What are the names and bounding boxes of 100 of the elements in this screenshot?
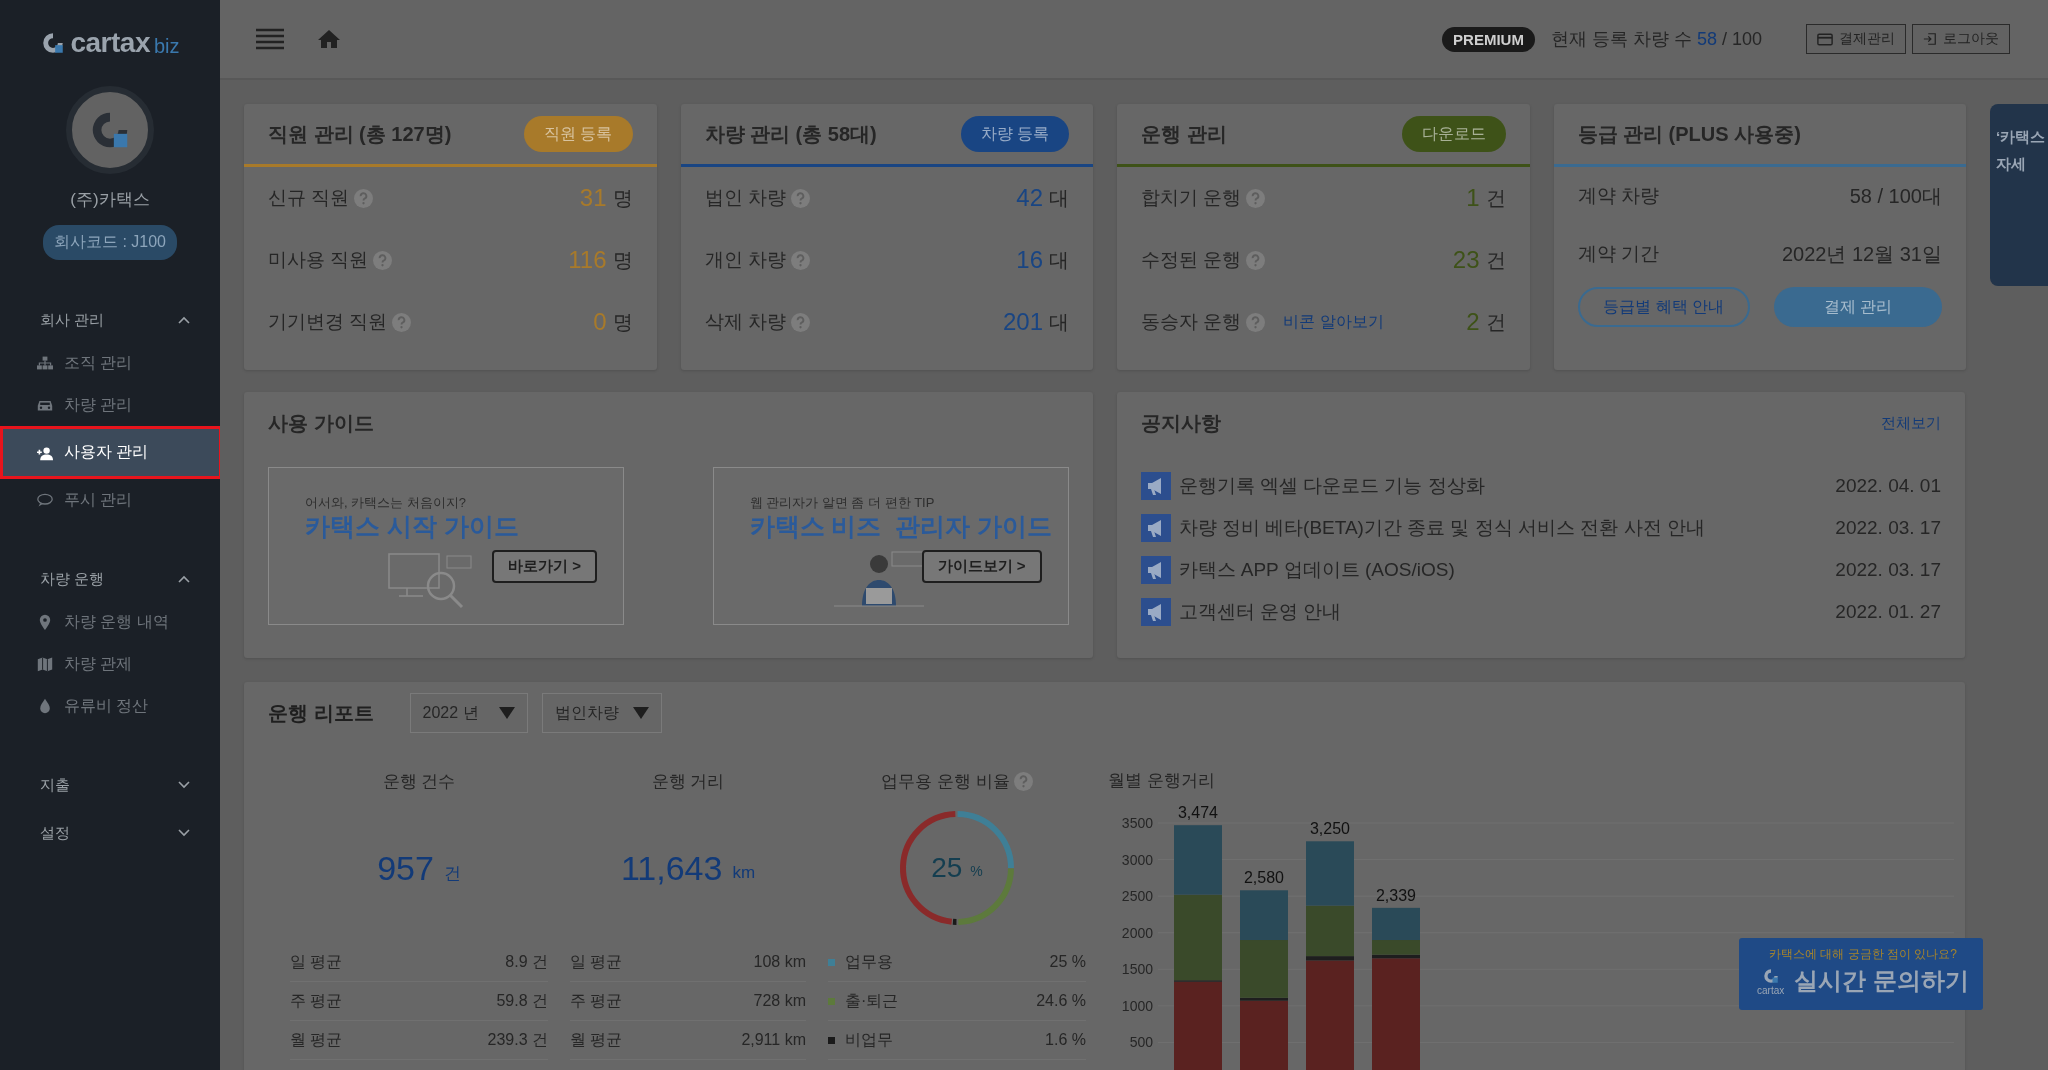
stat-unit: 대 [1049,247,1069,273]
notice-title[interactable]: 카택스 APP 업데이트 (AOS/iOS) [1178,557,1455,583]
payment-button[interactable]: 결제관리 [1806,24,1906,54]
stat-value: 16 [1016,246,1043,274]
payment-button[interactable]: 결제 관리 [1773,287,1942,327]
axis-tick-label: 500 [1129,1034,1153,1051]
notice-date: 2022. 03. 17 [1835,559,1941,581]
sidebar-item-label: 푸시 관리 [64,489,133,510]
stat-label: 기기변경 직원 [268,310,388,334]
sidebar-item[interactable]: 푸시 관리 [0,479,220,521]
guide-banner[interactable]: 어서와, 카택스는 처음이지? 카택스 시작 가이드 바로가기 > [268,467,624,625]
metric-row-label: 일 평균 [290,951,343,972]
plan-label: 계약 기간 [1577,242,1659,266]
metric-row-value: 108 km [753,953,806,971]
metric-row-label: 출·퇴근 [845,990,899,1011]
metric-row-label: 월 평균 [290,1029,343,1050]
axis-tick-label: 3500 [1121,815,1153,831]
menu-section[interactable]: 지출 [0,763,220,807]
guide-banner[interactable]: 웹 관리자가 알면 좀 더 편한 TIP 카택스 비즈 관리자 가이드 가이드보기 > [712,467,1069,625]
stat-label: 삭제 차량 [704,310,786,334]
metric-row-value: 2,911 km [741,1031,806,1049]
sidebar-item[interactable]: 유류비 정산 [0,685,220,727]
metric-row-value: 728 km [753,992,806,1010]
section-title: 지출 [40,775,70,795]
logo-suffix: biz [153,34,180,58]
card-title: 등급 관리 (PLUS 사용중) [1577,121,1801,147]
plan-badge: PREMIUM [1442,26,1535,52]
promo-text: 자세 [1996,155,2027,174]
card-title: 직원 관리 (총 127명) [268,121,452,147]
metric-row-label: 주 평균 [570,990,623,1011]
sidebar-item[interactable]: 조직 관리 [0,342,220,384]
sidebar-item[interactable]: 차량 운행 내역 [0,601,220,643]
section-title: 사용 가이드 [268,411,374,436]
card-title: 차량 관리 (총 58대) [704,121,877,147]
notice-date: 2022. 03. 17 [1835,517,1941,539]
metric-unit: 건 [443,862,461,885]
promo-text: ‘카택스 [1996,128,2044,147]
live-chat-button[interactable]: 카택스에 대해 궁금한 점이 있나요? cartax 실시간 문의하기 [1739,938,1983,1010]
menu-section[interactable]: 차량 운행 [0,557,220,601]
sidebar-item-label: 차량 운행 내역 [64,611,169,632]
metric-unit: km [732,863,756,883]
section-title: 차량 운행 [40,569,105,589]
metric-row-label: 업무용 [845,951,893,972]
header-button[interactable]: 다운로드 [1401,116,1506,152]
metric-row-label: 월 평균 [570,1029,623,1050]
metric-row-value: 25 % [1049,953,1086,971]
menu-section[interactable]: 설정 [0,811,220,855]
stat-label: 개인 차량 [704,248,786,272]
chat-action: 실시간 문의하기 [1794,966,1969,996]
metric-row-value: 239.3 건 [487,1029,548,1050]
plan-value: 58 / 100대 [1849,183,1942,209]
menu-section[interactable]: 회사 관리 [0,298,220,342]
logout-button[interactable]: 로그아웃 [1912,24,2010,54]
stat-value: 1 [1466,184,1480,212]
section-title: 회사 관리 [40,310,105,330]
sidebar-item[interactable]: 차량 관리 [0,384,220,426]
stat-unit: 건 [1485,309,1506,335]
view-all-link[interactable]: 전체보기 [1881,414,1941,433]
dropdown-value: 2022 년 [422,702,479,723]
section-title: 운행 리포트 [268,700,374,726]
stat-unit: 명 [612,247,633,273]
metric-value: 11,643 [620,848,723,888]
banner-caption: 어서와, 카택스는 처음이지? [305,494,467,512]
section-title: 설정 [40,823,70,843]
notice-title[interactable]: 고객센터 운영 안내 [1178,599,1342,625]
filter-dropdown[interactable]: 2022 년 [409,693,528,733]
notice-date: 2022. 04. 01 [1835,475,1941,497]
section-title: 공지사항 [1140,411,1221,436]
banner-title: 카택스 비즈 관리자 가이드 [749,511,1053,542]
value-label: 2,580 [1244,869,1284,887]
stat-label: 법인 차량 [704,186,786,210]
stat-unit: 건 [1485,185,1506,211]
axis-tick-label: 2000 [1121,924,1153,941]
metric-row-label: 비업무 [845,1029,893,1050]
beacon-link[interactable]: 비콘 알아보기 [1283,311,1384,333]
guide-button[interactable]: 바로가기 > [492,550,597,583]
sidebar-item[interactable]: 사용자 관리 [0,426,222,479]
chat-question: 카택스에 대해 궁금한 점이 있나요? [1769,946,1957,963]
plan-value: 2022년 12월 31일 [1781,241,1942,267]
stat-label: 동승자 운행 [1141,310,1242,334]
axis-tick-label: 1500 [1121,961,1153,978]
metric-row-value: 24.6 % [1036,992,1086,1010]
stat-label: 미사용 직원 [268,248,369,272]
stat-value: 23 [1452,246,1480,274]
axis-tick-label: 2500 [1121,888,1153,905]
notice-title[interactable]: 차량 정비 베타(BETA)기간 종료 및 정식 서비스 전환 사전 안내 [1178,515,1705,541]
sidebar-item[interactable]: 차량 관제 [0,643,220,685]
promo-banner[interactable]: ‘카택스 자세 [1990,104,2048,286]
header-button[interactable]: 직원 등록 [524,116,633,152]
metric-row-value: 59.8 건 [496,990,548,1011]
stat-unit: 대 [1049,185,1069,211]
chat-logo-text: cartax [1757,984,1785,996]
dropdown-value: 법인차량 [554,702,619,723]
benefits-button[interactable]: 등급별 혜택 안내 [1577,287,1750,327]
filter-dropdown[interactable]: 법인차량 [541,693,662,733]
stat-label: 합치기 운행 [1141,186,1242,210]
guide-button[interactable]: 가이드보기 > [921,550,1042,583]
metric-title: 운행 건수 [382,770,456,793]
header-button[interactable]: 차량 등록 [960,116,1069,152]
notice-title[interactable]: 운행기록 엑셀 다운로드 기능 정상화 [1178,473,1485,499]
